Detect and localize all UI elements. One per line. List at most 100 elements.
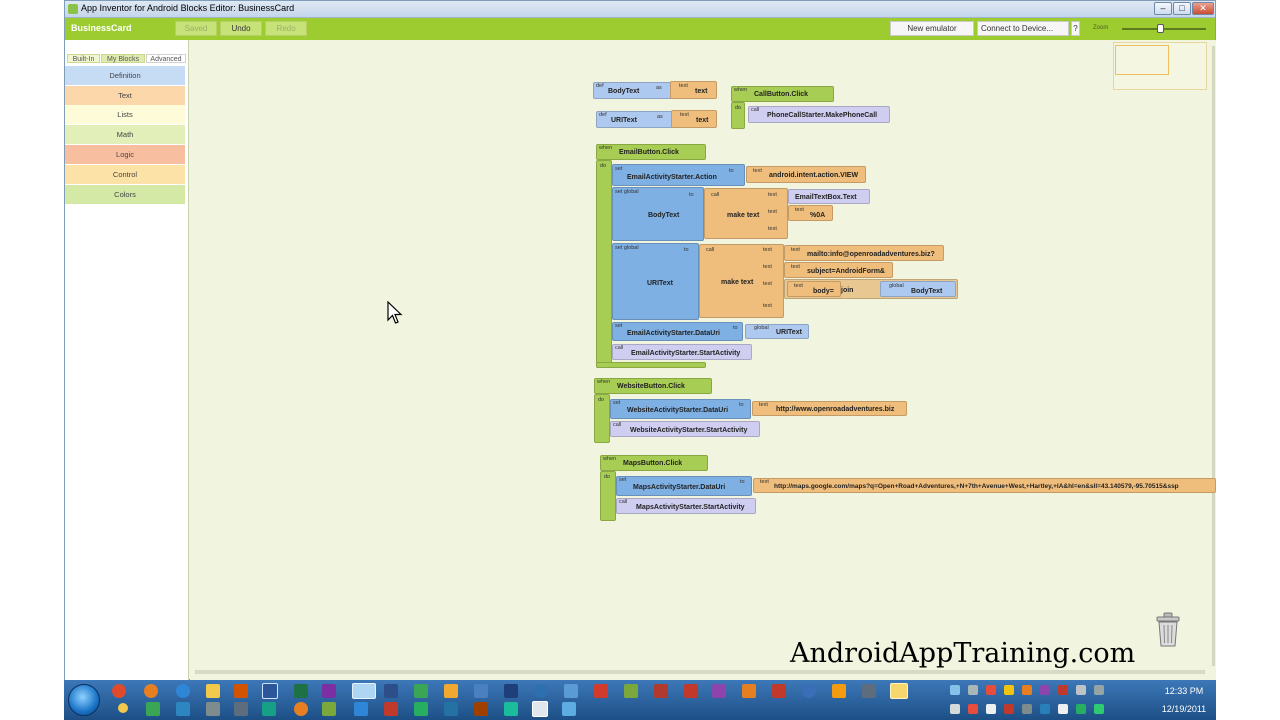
- make-text-block[interactable]: call make text text text text text: [699, 244, 784, 318]
- tray-icon-14[interactable]: [1076, 704, 1086, 714]
- quicklaunch-icon-13[interactable]: [474, 702, 488, 716]
- app-icon-7[interactable]: [564, 684, 578, 698]
- tab-advanced[interactable]: Advanced: [146, 54, 186, 63]
- app-icon-8[interactable]: [624, 684, 638, 698]
- tray-icon-13[interactable]: [1022, 704, 1032, 714]
- tray-icon-8[interactable]: [1076, 685, 1086, 695]
- powerpoint-icon[interactable]: [234, 684, 248, 698]
- minimize-button[interactable]: –: [1154, 2, 1172, 15]
- zoom-slider-icon[interactable]: [1122, 28, 1206, 30]
- tray-icon-15[interactable]: [1094, 704, 1104, 714]
- text-subject-block[interactable]: text subject=AndroidForm&: [784, 262, 893, 278]
- set-email-action-block[interactable]: set EmailActivityStarter.Action to: [612, 164, 745, 186]
- text-mailto-block[interactable]: text mailto:info@openroadadventures.biz?: [784, 245, 944, 261]
- tray-icon-12[interactable]: [1004, 704, 1014, 714]
- vlc-icon[interactable]: [832, 684, 846, 698]
- tab-built-in[interactable]: Built-In: [67, 54, 100, 63]
- quicklaunch-icon-9[interactable]: [354, 702, 368, 716]
- vertical-scrollbar[interactable]: [1212, 46, 1215, 666]
- text-intent-block[interactable]: text android.intent.action.VIEW: [746, 166, 866, 183]
- app-icon-10[interactable]: [684, 684, 698, 698]
- onenote-icon[interactable]: [322, 684, 336, 698]
- quicklaunch-icon-1[interactable]: [118, 703, 128, 713]
- start-orb-icon[interactable]: [68, 684, 100, 716]
- quicklaunch-icon-6[interactable]: [262, 702, 276, 716]
- zoom-slider-handle[interactable]: [1156, 24, 1164, 33]
- workspace-minimap[interactable]: [1113, 42, 1207, 90]
- emailtextbox-text-block[interactable]: EmailTextBox.Text: [788, 189, 870, 204]
- undo-button[interactable]: Undo: [220, 21, 262, 36]
- redo-button[interactable]: Redo: [265, 21, 307, 36]
- tray-icon-1[interactable]: [950, 685, 960, 695]
- quicklaunch-icon-4[interactable]: [206, 702, 220, 716]
- text-empty-block[interactable]: text text: [670, 81, 717, 99]
- mapsbutton-click-block[interactable]: when MapsButton.Click: [600, 455, 708, 471]
- websitebutton-click-block[interactable]: when WebsiteButton.Click: [594, 378, 712, 394]
- clock-time[interactable]: 12:33 PM: [1156, 686, 1212, 696]
- connect-device-dropdown[interactable]: Connect to Device...: [977, 21, 1069, 36]
- email-startactivity-block[interactable]: call EmailActivityStarter.StartActivity: [612, 344, 752, 360]
- tray-icon-6[interactable]: [1040, 685, 1050, 695]
- app-icon-16[interactable]: [890, 683, 908, 699]
- quicklaunch-icon-15[interactable]: [532, 701, 548, 717]
- clock-date[interactable]: 12/19/2011: [1156, 704, 1212, 714]
- global-uritext-block[interactable]: global URIText: [745, 324, 809, 339]
- app-icon-3[interactable]: [444, 684, 458, 698]
- quicklaunch-icon-14[interactable]: [504, 702, 518, 716]
- app-icon-12[interactable]: [742, 684, 756, 698]
- ie-icon[interactable]: [176, 684, 190, 698]
- set-global-bodytext-block[interactable]: set global BodyText to: [612, 187, 704, 241]
- filezilla-icon[interactable]: [594, 684, 608, 698]
- help-button[interactable]: ?: [1071, 21, 1080, 36]
- explorer-window-icon[interactable]: [352, 683, 376, 699]
- set-global-uritext-block[interactable]: set global URIText to: [612, 243, 699, 320]
- text-body-block[interactable]: text body=: [787, 281, 841, 297]
- word-icon[interactable]: [262, 683, 278, 699]
- quicklaunch-icon-3[interactable]: [176, 702, 190, 716]
- quicklaunch-icon-5[interactable]: [234, 702, 248, 716]
- tray-icon-2[interactable]: [968, 685, 978, 695]
- app-icon-13[interactable]: [772, 684, 786, 698]
- tray-icon-9[interactable]: [1094, 685, 1104, 695]
- horizontal-scrollbar[interactable]: [195, 670, 1205, 674]
- maximize-button[interactable]: □: [1173, 2, 1191, 15]
- category-text[interactable]: Text: [65, 86, 185, 105]
- text-website-url-block[interactable]: text http://www.openroadadventures.biz: [752, 401, 907, 416]
- title-bar[interactable]: App Inventor for Android Blocks Editor: …: [65, 1, 1215, 18]
- tab-my-blocks[interactable]: My Blocks: [101, 54, 145, 63]
- text-newline-block[interactable]: text %0A: [788, 205, 833, 221]
- def-uritext-block[interactable]: def URIText as: [596, 111, 676, 128]
- tray-icon-7[interactable]: [1058, 685, 1068, 695]
- app-icon-4[interactable]: [474, 684, 488, 698]
- firefox-icon[interactable]: [144, 684, 158, 698]
- blocks-workspace[interactable]: def BodyText as text text def URIText as…: [190, 40, 1216, 680]
- tray-icon-5[interactable]: [1022, 685, 1032, 695]
- saved-button[interactable]: Saved: [175, 21, 217, 36]
- app-icon-11[interactable]: [712, 684, 726, 698]
- category-logic[interactable]: Logic: [65, 145, 185, 164]
- text-maps-url-block[interactable]: text http://maps.google.com/maps?q=Open+…: [753, 478, 1216, 493]
- makephonecall-block[interactable]: call PhoneCallStarter.MakePhoneCall: [748, 106, 890, 123]
- volume-icon[interactable]: [986, 704, 996, 714]
- quicklaunch-icon-16[interactable]: [562, 702, 576, 716]
- app-icon-5[interactable]: [504, 684, 518, 698]
- quicklaunch-icon-12[interactable]: [444, 702, 458, 716]
- category-control[interactable]: Control: [65, 165, 185, 184]
- network-icon[interactable]: [1058, 704, 1068, 714]
- callbutton-click-block[interactable]: when CallButton.Click: [731, 86, 834, 102]
- quicklaunch-icon-7[interactable]: [294, 702, 308, 716]
- website-startactivity-block[interactable]: call WebsiteActivityStarter.StartActivit…: [610, 421, 760, 437]
- tray-icon-11[interactable]: [968, 704, 978, 714]
- quicklaunch-icon-8[interactable]: [322, 702, 336, 716]
- category-colors[interactable]: Colors: [65, 185, 185, 204]
- minimap-viewport[interactable]: [1115, 45, 1169, 75]
- set-website-datauri-block[interactable]: set WebsiteActivityStarter.DataUri to: [610, 399, 751, 419]
- app-icon-6[interactable]: [534, 684, 548, 698]
- excel-icon[interactable]: [294, 684, 308, 698]
- quicklaunch-icon-10[interactable]: [384, 702, 398, 716]
- bluetooth-icon[interactable]: [1040, 704, 1050, 714]
- set-maps-datauri-block[interactable]: set MapsActivityStarter.DataUri to: [616, 476, 752, 496]
- tray-icon-4[interactable]: [1004, 685, 1014, 695]
- app-icon-2[interactable]: [414, 684, 428, 698]
- emailbutton-click-block[interactable]: when EmailButton.Click: [596, 144, 706, 160]
